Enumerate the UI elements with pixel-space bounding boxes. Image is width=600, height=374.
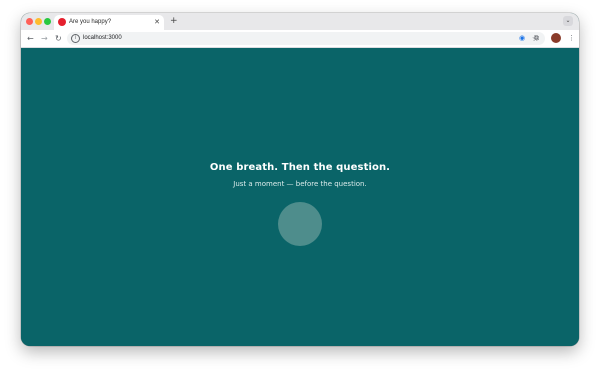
breathing-circle bbox=[278, 202, 322, 246]
address-bar[interactable]: i localhost:3000 ☆ bbox=[67, 32, 545, 45]
tab-title: Are you happy? bbox=[69, 19, 112, 25]
kebab-menu-icon[interactable]: ⋮ bbox=[568, 33, 575, 44]
browser-window: Are you happy? ✕ + ⌄ ← → ↻ i localhost:3… bbox=[21, 13, 579, 346]
page-content: One breath. Then the question. Just a mo… bbox=[21, 48, 579, 346]
tab-strip: Are you happy? ✕ + ⌄ bbox=[21, 13, 579, 30]
forward-arrow-icon[interactable]: → bbox=[41, 33, 48, 44]
favicon-icon bbox=[58, 18, 66, 26]
page-subline: Just a moment — before the question. bbox=[233, 180, 367, 188]
tab-search-chevron-icon[interactable]: ⌄ bbox=[563, 16, 573, 26]
extensions-puzzle-icon[interactable]: ⧉ bbox=[534, 33, 539, 44]
window-minimize-button[interactable] bbox=[35, 18, 42, 25]
extension-icon[interactable]: ◉ bbox=[519, 33, 525, 44]
page-headline: One breath. Then the question. bbox=[209, 162, 391, 173]
site-info-icon[interactable]: i bbox=[71, 34, 80, 43]
back-arrow-icon[interactable]: ← bbox=[27, 33, 34, 44]
tab-are-you-happy[interactable]: Are you happy? ✕ bbox=[54, 15, 164, 30]
window-close-button[interactable] bbox=[26, 18, 33, 25]
reload-icon[interactable]: ↻ bbox=[55, 33, 62, 44]
tab-close-icon[interactable]: ✕ bbox=[154, 17, 160, 27]
window-maximize-button[interactable] bbox=[44, 18, 51, 25]
new-tab-button[interactable]: + bbox=[170, 15, 178, 27]
url-text[interactable]: localhost:3000 bbox=[83, 34, 122, 43]
browser-toolbar: ← → ↻ i localhost:3000 ☆ ◉ ⧉ ⋮ bbox=[21, 30, 579, 48]
profile-avatar[interactable] bbox=[551, 33, 561, 43]
